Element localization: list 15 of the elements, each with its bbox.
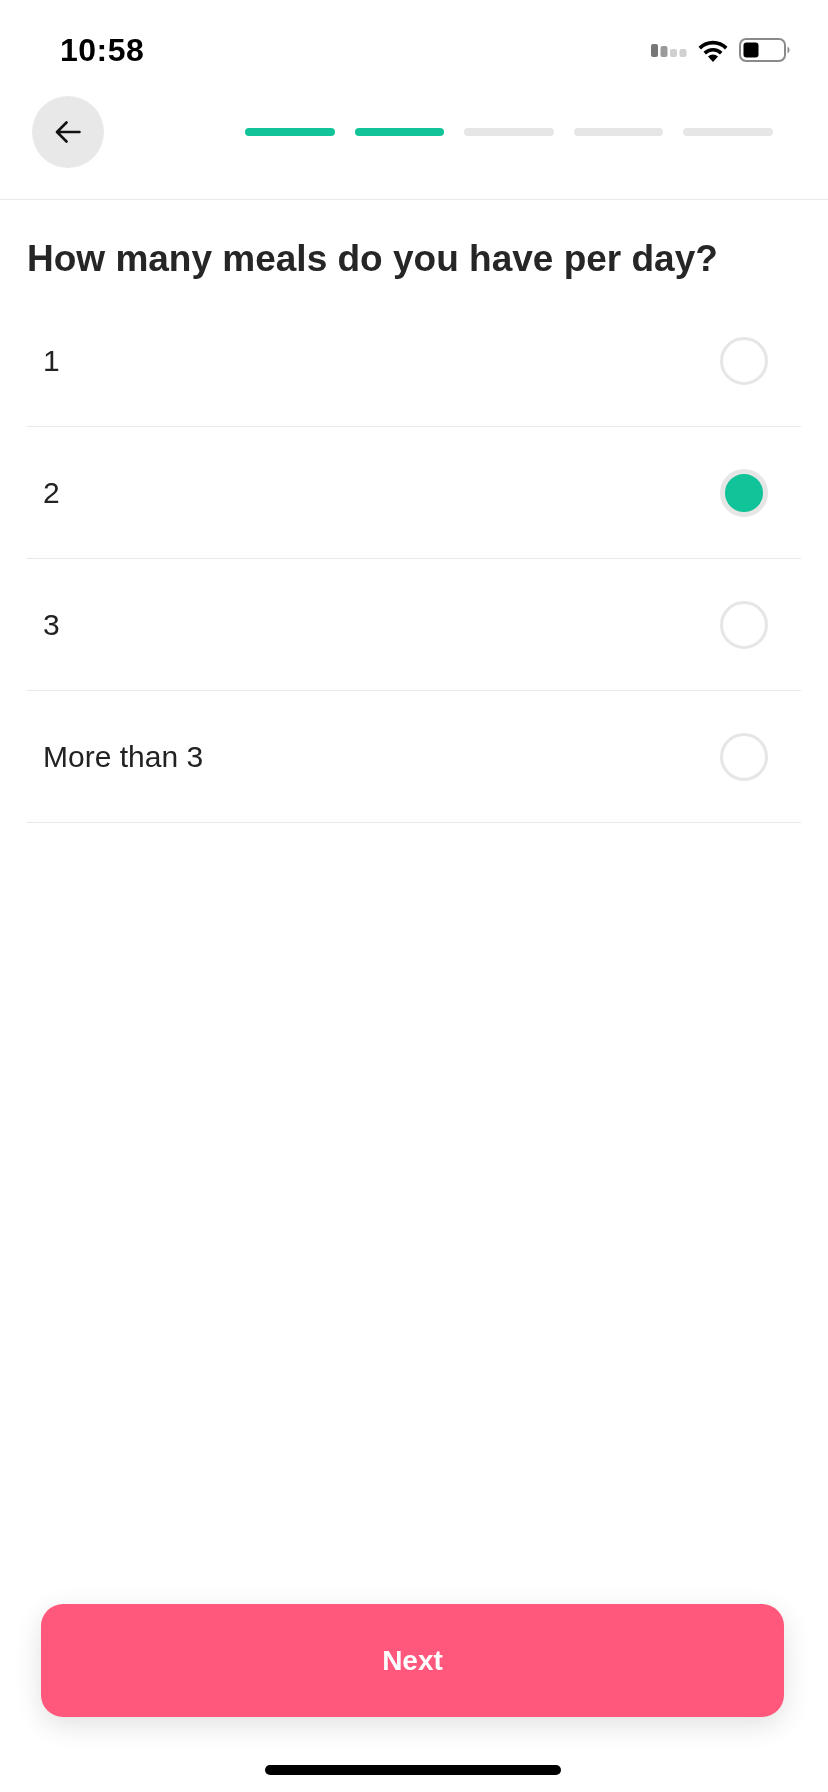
- option-label: More than 3: [43, 739, 204, 774]
- option-label: 1: [43, 343, 60, 378]
- question-title: How many meals do you have per day?: [27, 237, 719, 281]
- next-button[interactable]: Next: [41, 1604, 784, 1717]
- radio-button[interactable]: [720, 600, 768, 649]
- signal-icon: [651, 43, 687, 57]
- battery-icon: [739, 38, 791, 62]
- radio-button[interactable]: [720, 336, 768, 385]
- arrow-left-icon: [55, 120, 81, 143]
- radio-button[interactable]: [720, 468, 768, 517]
- wifi-icon: [697, 38, 729, 62]
- option-label: 3: [43, 607, 60, 642]
- radio-button[interactable]: [720, 732, 768, 781]
- status-time: 10:58: [60, 31, 145, 69]
- option-label: 2: [43, 475, 60, 510]
